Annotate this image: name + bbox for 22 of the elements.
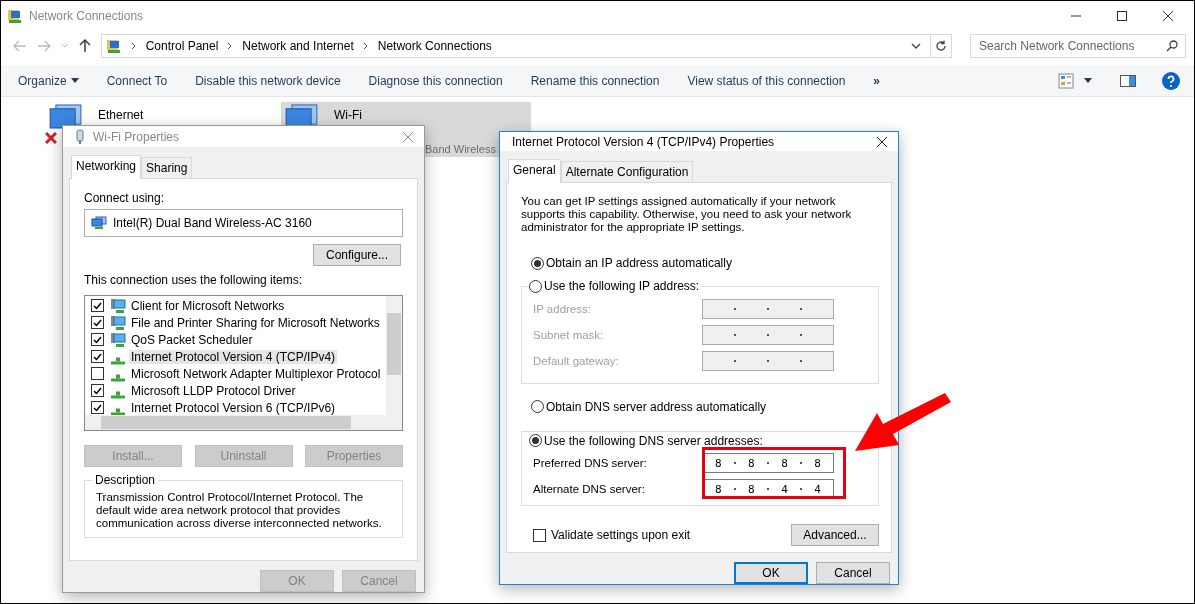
description-text: Transmission Control Protocol/Internet Protocol. The default wide area network protocol that provides communication across diverse interconnected networks. bbox=[96, 491, 383, 530]
field-label: Subnet mask: bbox=[533, 328, 604, 341]
dialog-title: Wi-Fi Properties bbox=[93, 129, 179, 144]
field-label: IP address: bbox=[533, 302, 591, 315]
items-label: This connection uses the following items: bbox=[84, 273, 304, 287]
field-label: Preferred DNS server: bbox=[533, 457, 647, 469]
radio-label: Use the following IP address: bbox=[544, 279, 700, 293]
dialog-title: Internet Protocol Version 4 (TCP/IPv4) Properties bbox=[512, 134, 775, 149]
field-label: Default gateway: bbox=[533, 354, 619, 367]
connection-name: Wi-Fi bbox=[334, 108, 363, 122]
connect-using-label: Connect using: bbox=[84, 191, 166, 205]
group-title: Description bbox=[92, 473, 159, 487]
radio-label: Obtain DNS server address automatically bbox=[546, 399, 767, 414]
checkbox-label: Validate settings upon exit bbox=[551, 528, 691, 542]
field-label: Alternate DNS server: bbox=[533, 483, 645, 495]
window-title: Network Connections bbox=[29, 9, 144, 23]
radio-label: Use the following DNS server addresses: bbox=[544, 433, 763, 448]
intro-text: You can get IP settings assigned automatically if your network supports this capability. Otherwise, you need to ask your network administrator for the appropriate IP settings. bbox=[521, 195, 853, 234]
connection-name: Ethernet bbox=[98, 108, 144, 122]
radio-label: Obtain an IP address automatically bbox=[546, 256, 732, 270]
connection-adapter: Band Wireless bbox=[425, 143, 496, 155]
adapter-name: Intel(R) Dual Band Wireless-AC 3160 bbox=[113, 216, 312, 230]
